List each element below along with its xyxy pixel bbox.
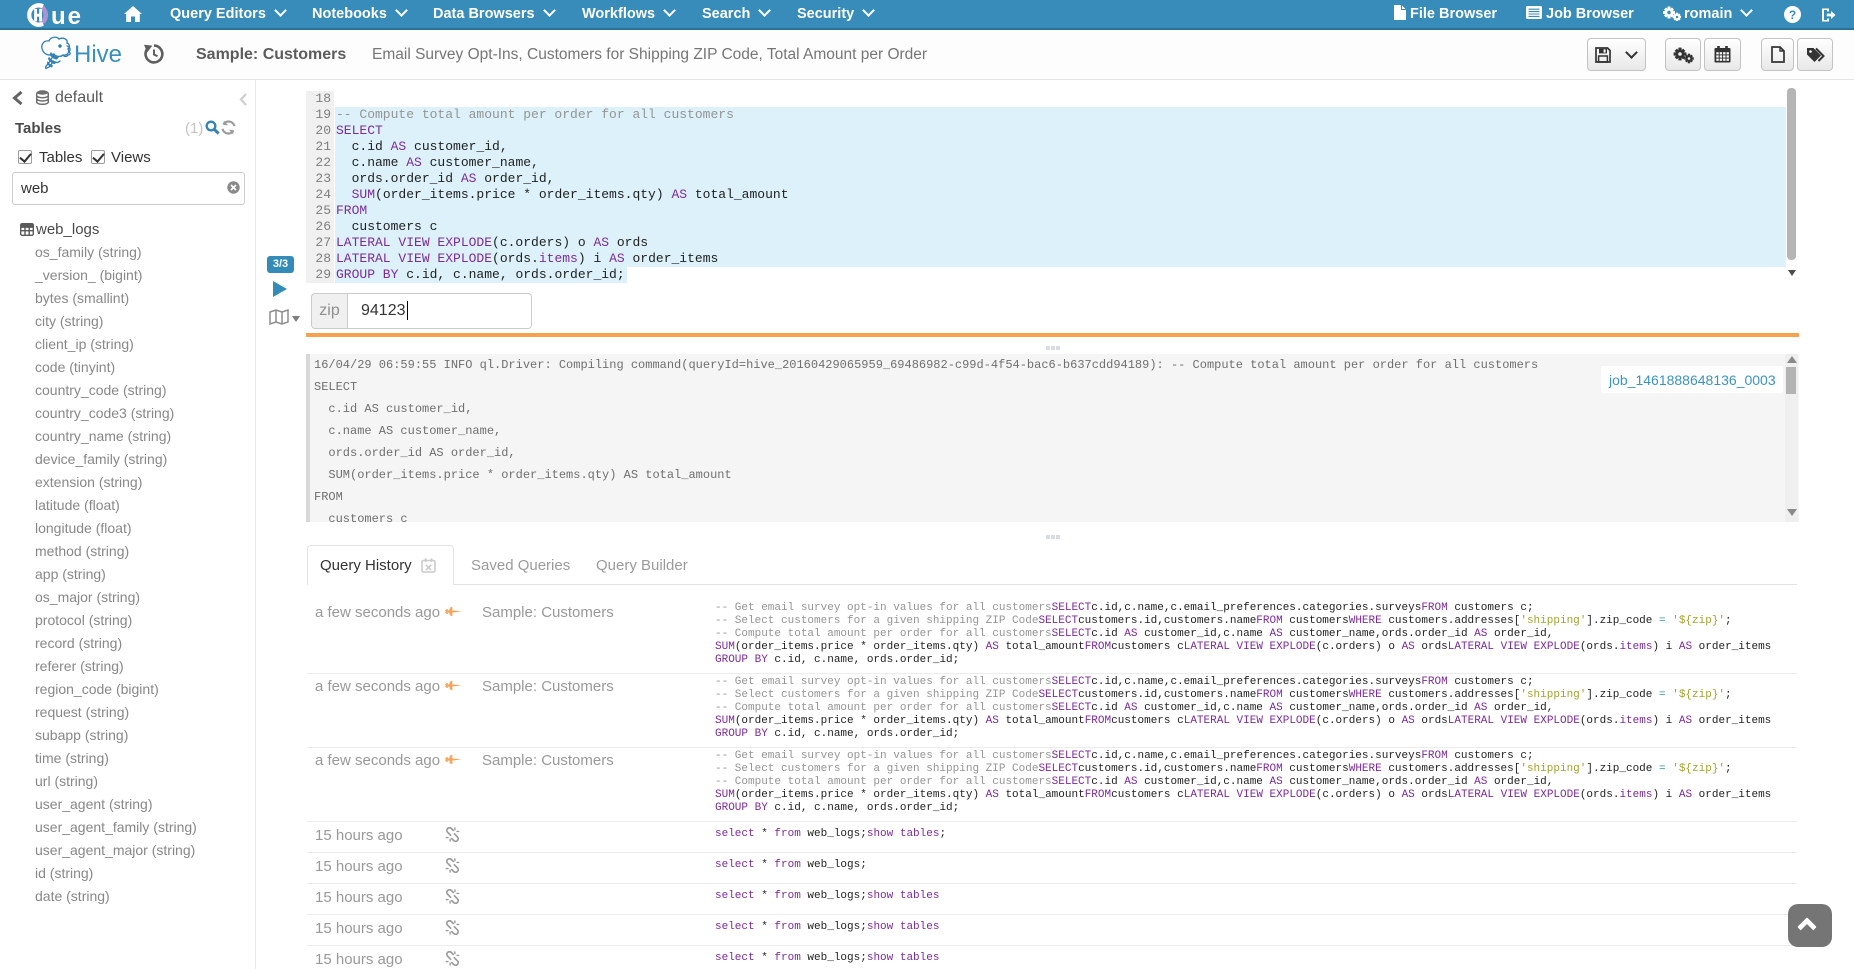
svg-text:?: ? bbox=[1789, 8, 1796, 22]
svg-text:ue: ue bbox=[51, 3, 83, 30]
